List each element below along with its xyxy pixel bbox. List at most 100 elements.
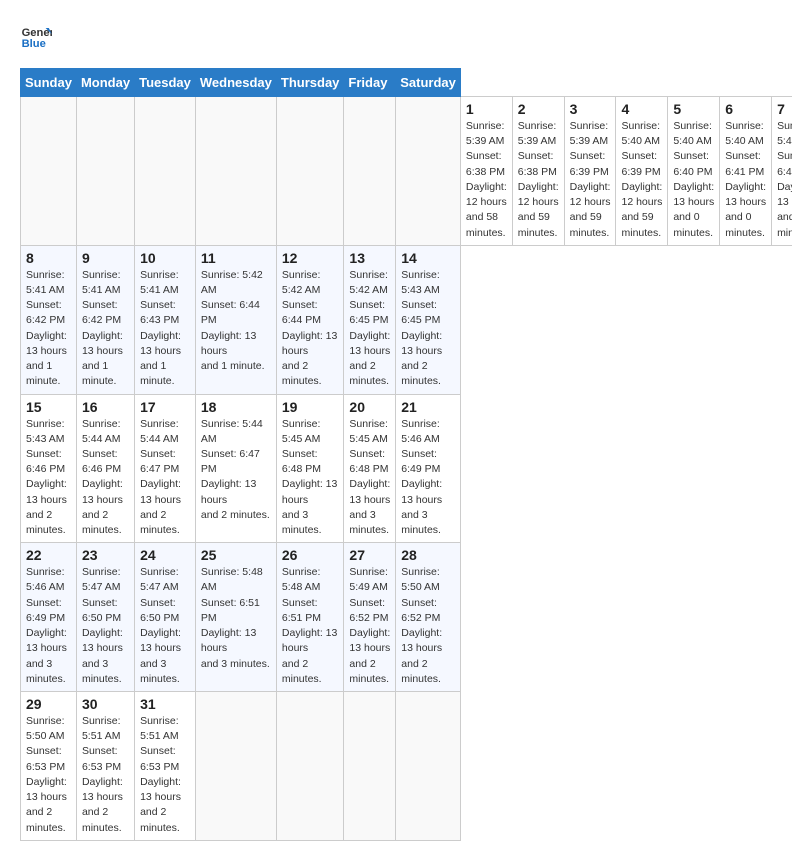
day-cell-14: 14 Sunrise: 5:43 AMSunset: 6:45 PMDayligh… — [396, 245, 461, 394]
day-info: Sunrise: 5:46 AMSunset: 6:49 PMDaylight:… — [26, 565, 71, 687]
empty-cell — [195, 97, 276, 246]
empty-cell — [344, 97, 396, 246]
day-number: 22 — [26, 547, 71, 563]
day-info: Sunrise: 5:41 AMSunset: 6:42 PMDaylight:… — [82, 268, 129, 390]
day-cell-30: 30Sunrise: 5:51 AMSunset: 6:53 PMDayligh… — [76, 692, 134, 841]
day-info: Sunrise: 5:49 AMSunset: 6:52 PMDaylight:… — [349, 565, 390, 687]
day-cell-16: 16Sunrise: 5:44 AMSunset: 6:46 PMDayligh… — [76, 394, 134, 543]
day-cell-10: 10 Sunrise: 5:41 AMSunset: 6:43 PMDayligh… — [135, 245, 196, 394]
day-number: 19 — [282, 399, 339, 415]
logo: General Blue — [20, 20, 56, 52]
day-cell-2: 2 Sunrise: 5:39 AMSunset: 6:38 PMDaylight… — [512, 97, 564, 246]
day-cell-25: 25Sunrise: 5:48 AMSunset: 6:51 PMDayligh… — [195, 543, 276, 692]
day-cell-5: 5 Sunrise: 5:40 AMSunset: 6:40 PMDaylight… — [668, 97, 720, 246]
day-info: Sunrise: 5:51 AMSunset: 6:53 PMDaylight:… — [82, 714, 129, 836]
day-number: 5 — [673, 101, 714, 117]
day-cell-17: 17Sunrise: 5:44 AMSunset: 6:47 PMDayligh… — [135, 394, 196, 543]
day-cell-6: 6 Sunrise: 5:40 AMSunset: 6:41 PMDaylight… — [720, 97, 772, 246]
day-info: Sunrise: 5:44 AMSunset: 6:47 PMDaylight:… — [201, 417, 271, 524]
day-cell-9: 9 Sunrise: 5:41 AMSunset: 6:42 PMDaylight… — [76, 245, 134, 394]
day-cell-26: 26Sunrise: 5:48 AMSunset: 6:51 PMDayligh… — [276, 543, 344, 692]
col-header-thursday: Thursday — [276, 69, 344, 97]
day-info: Sunrise: 5:42 AMSunset: 6:45 PMDaylight:… — [349, 268, 390, 390]
day-number: 4 — [621, 101, 662, 117]
col-header-wednesday: Wednesday — [195, 69, 276, 97]
day-number: 10 — [140, 250, 190, 266]
col-header-tuesday: Tuesday — [135, 69, 196, 97]
day-cell-31: 31 Sunrise: 5:51 AMSunset: 6:53 PMDayligh… — [135, 692, 196, 841]
week-row-4: 29 Sunrise: 5:50 AMSunset: 6:53 PMDayligh… — [21, 692, 792, 841]
day-info: Sunrise: 5:40 AMSunset: 6:39 PMDaylight:… — [621, 119, 662, 241]
day-info: Sunrise: 5:42 AMSunset: 6:44 PMDaylight:… — [201, 268, 271, 375]
day-cell-23: 23 Sunrise: 5:47 AMSunset: 6:50 PMDayligh… — [76, 543, 134, 692]
day-cell-8: 8 Sunrise: 5:41 AMSunset: 6:42 PMDaylight… — [21, 245, 77, 394]
day-info: Sunrise: 5:50 AMSunset: 6:52 PMDaylight:… — [401, 565, 455, 687]
day-number: 12 — [282, 250, 339, 266]
day-info: Sunrise: 5:41 AMSunset: 6:43 PMDaylight:… — [140, 268, 190, 390]
day-number: 31 — [140, 696, 190, 712]
day-cell-15: 15 Sunrise: 5:43 AMSunset: 6:46 PMDayligh… — [21, 394, 77, 543]
day-info: Sunrise: 5:46 AMSunset: 6:49 PMDaylight:… — [401, 417, 455, 539]
col-header-saturday: Saturday — [396, 69, 461, 97]
day-info: Sunrise: 5:48 AMSunset: 6:51 PMDaylight:… — [201, 565, 271, 672]
day-number: 13 — [349, 250, 390, 266]
day-cell-18: 18 Sunrise: 5:44 AMSunset: 6:47 PMDayligh… — [195, 394, 276, 543]
col-header-sunday: Sunday — [21, 69, 77, 97]
day-cell-4: 4 Sunrise: 5:40 AMSunset: 6:39 PMDaylight… — [616, 97, 668, 246]
day-number: 15 — [26, 399, 71, 415]
day-cell-1: 1 Sunrise: 5:39 AMSunset: 6:38 PMDaylight… — [460, 97, 512, 246]
day-info: Sunrise: 5:43 AMSunset: 6:46 PMDaylight:… — [26, 417, 71, 539]
day-cell-20: 20Sunrise: 5:45 AMSunset: 6:48 PMDayligh… — [344, 394, 396, 543]
day-info: Sunrise: 5:50 AMSunset: 6:53 PMDaylight:… — [26, 714, 71, 836]
day-number: 1 — [466, 101, 507, 117]
day-info: Sunrise: 5:39 AMSunset: 6:39 PMDaylight:… — [570, 119, 611, 241]
day-cell-28: 28Sunrise: 5:50 AMSunset: 6:52 PMDayligh… — [396, 543, 461, 692]
day-number: 29 — [26, 696, 71, 712]
day-number: 9 — [82, 250, 129, 266]
empty-cell — [396, 692, 461, 841]
day-number: 18 — [201, 399, 271, 415]
day-cell-29: 29 Sunrise: 5:50 AMSunset: 6:53 PMDayligh… — [21, 692, 77, 841]
day-info: Sunrise: 5:45 AMSunset: 6:48 PMDaylight:… — [349, 417, 390, 539]
day-number: 2 — [518, 101, 559, 117]
day-number: 24 — [140, 547, 190, 563]
day-cell-24: 24Sunrise: 5:47 AMSunset: 6:50 PMDayligh… — [135, 543, 196, 692]
day-number: 11 — [201, 250, 271, 266]
col-header-monday: Monday — [76, 69, 134, 97]
header-row: SundayMondayTuesdayWednesdayThursdayFrid… — [21, 69, 792, 97]
col-header-friday: Friday — [344, 69, 396, 97]
empty-cell — [396, 97, 461, 246]
day-info: Sunrise: 5:42 AMSunset: 6:44 PMDaylight:… — [282, 268, 339, 390]
logo-icon: General Blue — [20, 20, 52, 52]
day-info: Sunrise: 5:47 AMSunset: 6:50 PMDaylight:… — [82, 565, 129, 687]
week-row-3: 22 Sunrise: 5:46 AMSunset: 6:49 PMDayligh… — [21, 543, 792, 692]
day-info: Sunrise: 5:39 AMSunset: 6:38 PMDaylight:… — [518, 119, 559, 241]
svg-text:Blue: Blue — [22, 38, 46, 50]
day-info: Sunrise: 5:40 AMSunset: 6:41 PMDaylight:… — [725, 119, 766, 241]
week-row-2: 15 Sunrise: 5:43 AMSunset: 6:46 PMDayligh… — [21, 394, 792, 543]
day-info: Sunrise: 5:43 AMSunset: 6:45 PMDaylight:… — [401, 268, 455, 390]
day-number: 8 — [26, 250, 71, 266]
day-number: 26 — [282, 547, 339, 563]
header: General Blue — [20, 20, 772, 52]
day-info: Sunrise: 5:51 AMSunset: 6:53 PMDaylight:… — [140, 714, 190, 836]
day-info: Sunrise: 5:40 AMSunset: 6:40 PMDaylight:… — [673, 119, 714, 241]
empty-cell — [276, 97, 344, 246]
day-number: 23 — [82, 547, 129, 563]
day-cell-13: 13 Sunrise: 5:42 AMSunset: 6:45 PMDayligh… — [344, 245, 396, 394]
day-cell-19: 19 Sunrise: 5:45 AMSunset: 6:48 PMDayligh… — [276, 394, 344, 543]
day-number: 14 — [401, 250, 455, 266]
day-cell-22: 22 Sunrise: 5:46 AMSunset: 6:49 PMDayligh… — [21, 543, 77, 692]
day-info: Sunrise: 5:39 AMSunset: 6:38 PMDaylight:… — [466, 119, 507, 241]
empty-cell — [135, 97, 196, 246]
day-number: 16 — [82, 399, 129, 415]
day-info: Sunrise: 5:45 AMSunset: 6:48 PMDaylight:… — [282, 417, 339, 539]
day-number: 6 — [725, 101, 766, 117]
day-info: Sunrise: 5:41 AMSunset: 6:42 PMDaylight:… — [26, 268, 71, 390]
calendar-table: SundayMondayTuesdayWednesdayThursdayFrid… — [20, 68, 792, 841]
week-row-1: 8 Sunrise: 5:41 AMSunset: 6:42 PMDaylight… — [21, 245, 792, 394]
day-number: 7 — [777, 101, 792, 117]
day-number: 21 — [401, 399, 455, 415]
empty-cell — [76, 97, 134, 246]
day-info: Sunrise: 5:44 AMSunset: 6:47 PMDaylight:… — [140, 417, 190, 539]
